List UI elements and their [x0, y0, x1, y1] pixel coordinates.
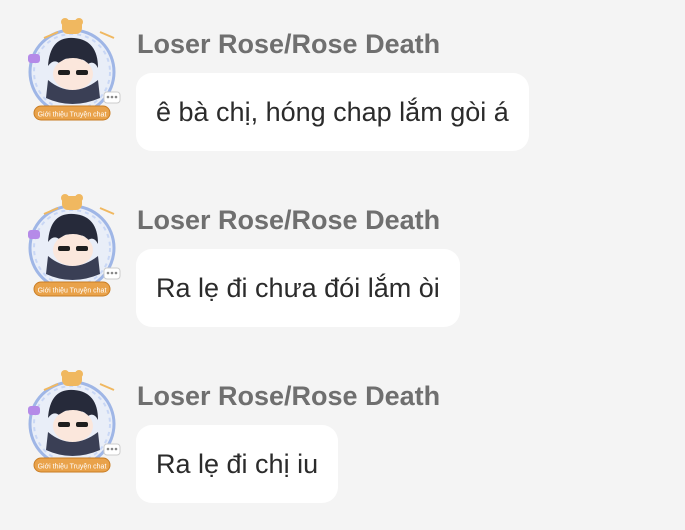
avatar[interactable]: Giới thiệu Truyện chat: [18, 366, 126, 476]
avatar-badge: Giới thiệu Truyện chat: [38, 464, 107, 471]
chat-message: Giới thiệu Truyện chat Loser Rose/Rose D…: [0, 176, 685, 327]
chat-thread: Giới thiệu Truyện chat Loser Rose/Rose D…: [0, 0, 685, 530]
chat-message: Giới thiệu Truyện chat Loser Rose/Rose D…: [0, 352, 685, 503]
chibi-avatar-icon: Giới thiệu Truyện chat: [28, 18, 121, 121]
sender-name: Loser Rose/Rose Death: [137, 381, 441, 411]
avatar[interactable]: Giới thiệu Truyện chat: [18, 14, 126, 124]
sender-name: Loser Rose/Rose Death: [137, 29, 441, 59]
avatar[interactable]: Giới thiệu Truyện chat: [18, 190, 126, 300]
message-bubble[interactable]: Ra lẹ đi chưa đói lắm òi: [136, 249, 460, 327]
chibi-avatar-icon: Giới thiệu Truyện chat: [28, 370, 121, 473]
avatar-badge: Giới thiệu Truyện chat: [38, 288, 107, 295]
chat-message: Giới thiệu Truyện chat Loser Rose/Rose D…: [0, 0, 685, 151]
chibi-avatar-icon: Giới thiệu Truyện chat: [28, 194, 121, 297]
sender-name: Loser Rose/Rose Death: [137, 205, 441, 235]
message-bubble[interactable]: ê bà chị, hóng chap lắm gòi á: [136, 73, 529, 151]
avatar-badge: Giới thiệu Truyện chat: [38, 112, 107, 119]
message-bubble[interactable]: Ra lẹ đi chị iu: [136, 425, 339, 503]
